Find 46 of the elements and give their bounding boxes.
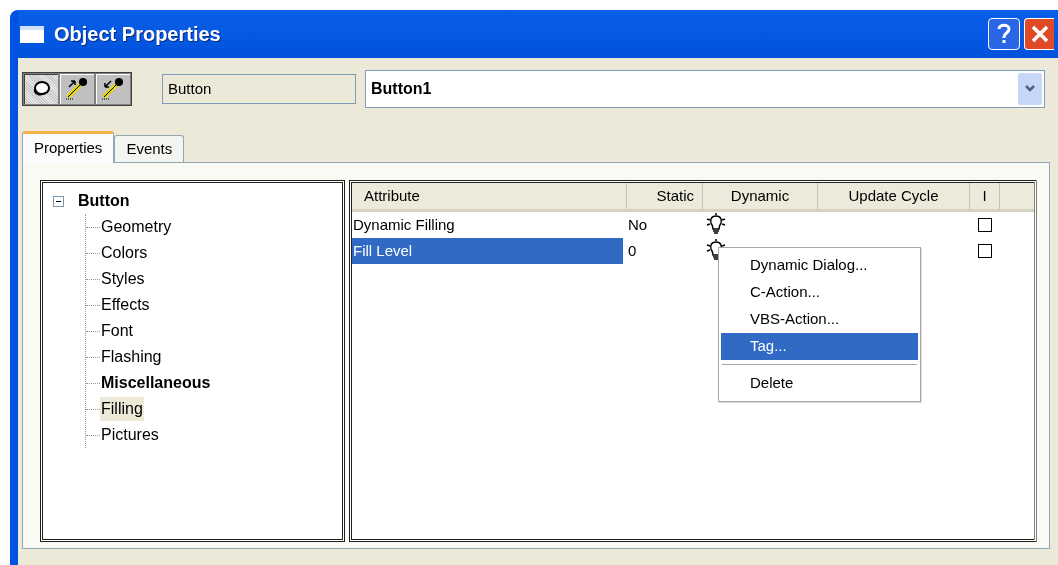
column-header[interactable]: I <box>970 183 1000 209</box>
close-button[interactable] <box>1024 18 1054 50</box>
table-cell[interactable]: Dynamic Filling <box>352 212 623 238</box>
tree-item[interactable]: Button <box>78 189 130 213</box>
pipette-icon <box>100 77 126 101</box>
lightbulb-icon[interactable] <box>705 213 727 237</box>
help-icon <box>997 23 1011 45</box>
window-title: Object Properties <box>54 22 222 47</box>
checkbox[interactable] <box>978 244 992 258</box>
menu-item[interactable]: Tag... <box>721 333 918 360</box>
tree-item[interactable]: Geometry <box>100 215 173 239</box>
tool-button[interactable] <box>95 73 131 105</box>
tree-item[interactable]: Pictures <box>100 423 160 447</box>
menu-item[interactable]: Delete <box>721 370 918 397</box>
tree-item[interactable]: Flashing <box>100 345 163 369</box>
menu-item[interactable]: VBS-Action... <box>721 306 918 333</box>
lightbulb-icon[interactable] <box>705 239 727 263</box>
column-header[interactable]: Dynamic <box>703 183 818 209</box>
menu-item[interactable]: Dynamic Dialog... <box>721 252 918 279</box>
table-cell-text: 0 <box>627 240 638 261</box>
column-header[interactable]: Update Cycle <box>818 183 970 209</box>
object-type-field: Button <box>162 74 356 104</box>
tree-item[interactable]: Font <box>100 319 134 343</box>
checkbox[interactable] <box>978 218 992 232</box>
tool-button[interactable] <box>59 73 95 105</box>
pipette-icon <box>64 77 90 101</box>
tab[interactable]: Properties <box>22 131 115 163</box>
tab[interactable]: Events <box>114 135 185 162</box>
close-icon <box>1029 24 1050 44</box>
help-button[interactable] <box>988 18 1020 50</box>
column-header[interactable]: Attribute <box>352 183 627 209</box>
menu-item[interactable]: C-Action... <box>721 279 918 306</box>
tree-item[interactable]: Miscellaneous <box>100 371 212 395</box>
window-icon <box>20 25 44 43</box>
column-header[interactable]: Static <box>627 183 703 209</box>
collapse-toggle[interactable] <box>53 195 64 207</box>
tool-button[interactable] <box>23 73 59 105</box>
object-name-dropdown[interactable]: Button1 <box>365 70 1045 108</box>
chevron-down-icon <box>1025 85 1035 93</box>
dropdown-button[interactable] <box>1018 73 1042 105</box>
tree-item[interactable]: Filling <box>100 397 144 421</box>
table-cell-text: No <box>627 214 649 235</box>
tree-item[interactable]: Effects <box>100 293 151 317</box>
table-cell[interactable]: Fill Level <box>352 238 623 264</box>
tree-item[interactable]: Styles <box>100 267 146 291</box>
tree-item[interactable]: Colors <box>100 241 149 265</box>
